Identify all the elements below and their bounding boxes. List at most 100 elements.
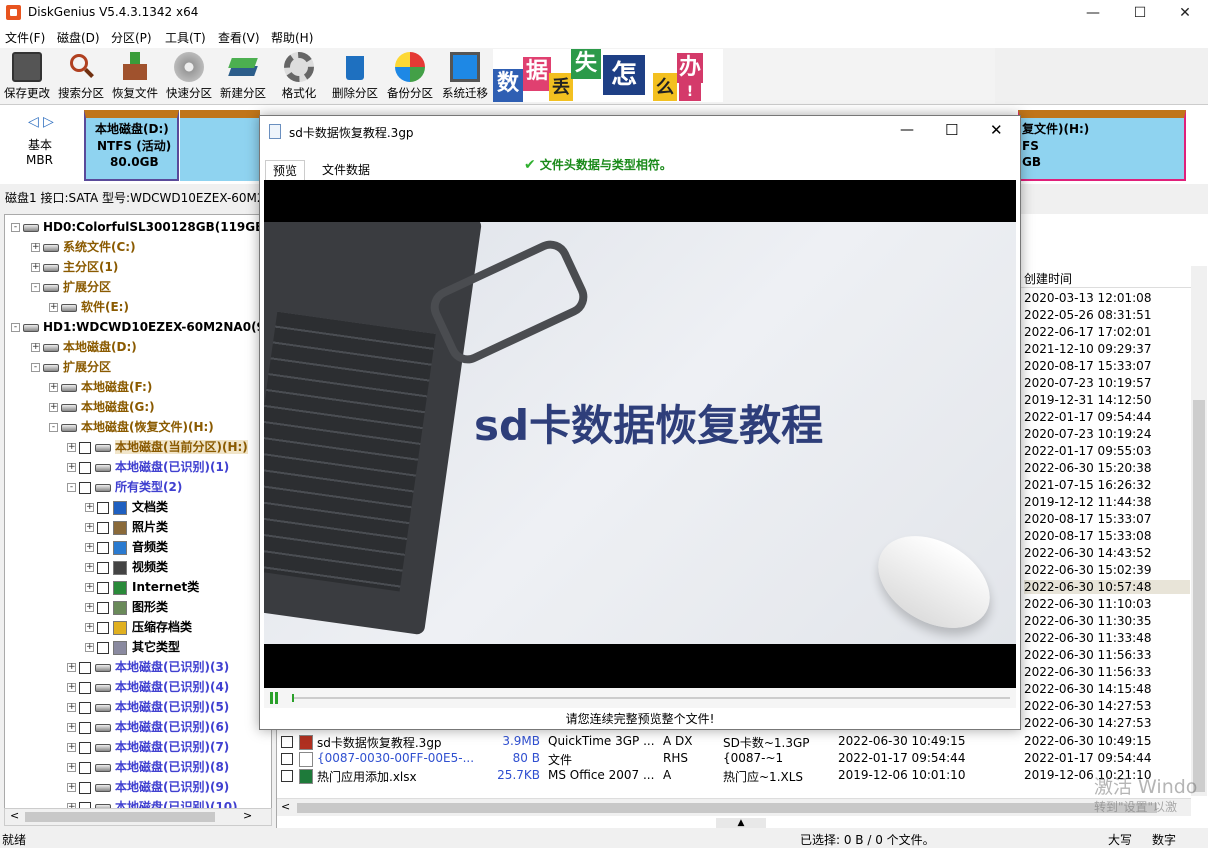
expand-icon[interactable]: +: [31, 343, 40, 352]
backup-partition-button[interactable]: 备份分区: [383, 50, 437, 102]
partition-h-block[interactable]: 复文件)(H:) FS GB: [1018, 110, 1186, 181]
created-time-cell[interactable]: 2021-07-15 16:26:32: [1024, 478, 1151, 492]
menu-disk[interactable]: 磁盘(D): [57, 29, 100, 46]
tree-node[interactable]: + 本地磁盘(已识别)(5): [67, 697, 229, 717]
collapse-icon[interactable]: -: [31, 283, 40, 292]
tree-checkbox[interactable]: [79, 461, 91, 474]
delete-partition-button[interactable]: 删除分区: [328, 50, 382, 102]
tree-node[interactable]: + 视频类: [85, 557, 168, 577]
created-time-cell[interactable]: 2022-05-26 08:31:51: [1024, 308, 1151, 322]
dialog-minimize-button[interactable]: —: [900, 122, 914, 138]
tree-node[interactable]: + 本地磁盘(已识别)(3): [67, 657, 229, 677]
tree-node[interactable]: + 本地磁盘(当前分区)(H:): [67, 437, 248, 457]
pause-icon[interactable]: [270, 692, 273, 704]
list-horizontal-scrollbar[interactable]: <: [277, 798, 1191, 816]
save-changes-button[interactable]: 保存更改: [0, 50, 54, 102]
dialog-close-button[interactable]: ✕: [990, 121, 1003, 139]
collapse-icon[interactable]: -: [49, 423, 58, 432]
promo-banner[interactable]: 数 据 丢 失 怎 么 办 !: [493, 49, 723, 102]
expand-icon[interactable]: +: [67, 663, 76, 672]
tree-node[interactable]: - HD0:ColorfulSL300128GB(119GB): [11, 217, 270, 237]
scroll-thumb[interactable]: [25, 812, 215, 822]
created-time-cell[interactable]: 2022-06-30 14:27:53: [1024, 699, 1151, 713]
created-time-cell[interactable]: 2022-06-30 14:15:48: [1024, 682, 1151, 696]
menu-tools[interactable]: 工具(T): [165, 29, 206, 46]
created-time-cell[interactable]: 2022-06-30 11:56:33: [1024, 648, 1151, 662]
tree-checkbox[interactable]: [79, 701, 91, 714]
expand-icon[interactable]: +: [67, 443, 76, 452]
tree-node[interactable]: + 本地磁盘(已识别)(6): [67, 717, 229, 737]
collapse-icon[interactable]: -: [11, 323, 20, 332]
tree-node[interactable]: - 本地磁盘(恢复文件)(H:): [49, 417, 214, 437]
tree-node[interactable]: + 系统文件(C:): [31, 237, 136, 257]
tree-node[interactable]: - 所有类型(2): [67, 477, 182, 497]
created-time-cell[interactable]: 2022-06-30 10:57:48: [1024, 580, 1190, 594]
expand-icon[interactable]: +: [85, 623, 94, 632]
list-hscroll-thumb[interactable]: [297, 803, 1157, 813]
expand-icon[interactable]: +: [49, 303, 58, 312]
created-time-cell[interactable]: 2020-07-23 10:19:57: [1024, 376, 1151, 390]
file-row[interactable]: {0087-0030-00FF-00E5-... 80 B 文件 RHS {0087-~…: [278, 751, 1190, 768]
tree-checkbox[interactable]: [97, 561, 109, 574]
tree-checkbox[interactable]: [79, 741, 91, 754]
created-time-cell[interactable]: 2022-06-30 14:27:53: [1024, 716, 1151, 730]
tree-node[interactable]: + 软件(E:): [49, 297, 129, 317]
created-time-cell[interactable]: 2022-01-17 09:55:03: [1024, 444, 1151, 458]
expand-icon[interactable]: +: [67, 683, 76, 692]
row-checkbox[interactable]: [281, 770, 293, 782]
menu-file[interactable]: 文件(F): [5, 29, 45, 46]
tree-node[interactable]: + 本地磁盘(D:): [31, 337, 137, 357]
collapse-icon[interactable]: -: [31, 363, 40, 372]
created-time-cell[interactable]: 2022-06-30 15:02:39: [1024, 563, 1151, 577]
recover-files-button[interactable]: 恢复文件: [108, 50, 162, 102]
expand-icon[interactable]: +: [85, 643, 94, 652]
tree-node[interactable]: + 本地磁盘(已识别)(1): [67, 457, 229, 477]
tree-node[interactable]: - 扩展分区: [31, 277, 111, 297]
list-vertical-scrollbar[interactable]: [1191, 266, 1207, 796]
expand-icon[interactable]: +: [67, 463, 76, 472]
menu-help[interactable]: 帮助(H): [271, 29, 313, 46]
tab-file-data[interactable]: 文件数据: [315, 160, 377, 180]
tree-node[interactable]: + 本地磁盘(已识别)(9): [67, 777, 229, 797]
created-time-cell[interactable]: 2022-06-30 11:30:35: [1024, 614, 1151, 628]
row-checkbox[interactable]: [281, 753, 293, 765]
created-time-cell[interactable]: 2019-12-31 14:12:50: [1024, 393, 1151, 407]
expand-icon[interactable]: +: [85, 523, 94, 532]
created-time-cell[interactable]: 2020-07-23 10:19:24: [1024, 427, 1151, 441]
tree-checkbox[interactable]: [79, 761, 91, 774]
collapse-arrow-icon[interactable]: ▲: [716, 818, 766, 828]
expand-icon[interactable]: +: [67, 783, 76, 792]
scroll-left-icon[interactable]: <: [281, 800, 290, 813]
expand-icon[interactable]: +: [31, 243, 40, 252]
tree-node[interactable]: + 本地磁盘(已识别)(7): [67, 737, 229, 757]
tree-checkbox[interactable]: [97, 541, 109, 554]
file-row[interactable]: 热门应用添加.xlsx 25.7KB MS Office 2007 ... A 热门应~…: [278, 768, 1190, 785]
expand-icon[interactable]: +: [67, 763, 76, 772]
column-created-time[interactable]: 创建时间: [1024, 270, 1072, 287]
tree-node[interactable]: + 本地磁盘(已识别)(8): [67, 757, 229, 777]
tree-checkbox[interactable]: [79, 721, 91, 734]
tree-checkbox[interactable]: [97, 621, 109, 634]
scroll-right-icon[interactable]: >: [243, 809, 252, 822]
collapse-icon[interactable]: -: [67, 483, 76, 492]
tree-node[interactable]: - HD1:WDCWD10EZEX-60M2NA0(93: [11, 317, 271, 337]
tree-node[interactable]: + 本地磁盘(F:): [49, 377, 152, 397]
created-time-cell[interactable]: 2019-12-12 11:44:38: [1024, 495, 1151, 509]
tree-checkbox[interactable]: [97, 501, 109, 514]
created-time-cell[interactable]: 2022-06-30 11:56:33: [1024, 665, 1151, 679]
expand-icon[interactable]: +: [31, 263, 40, 272]
created-time-cell[interactable]: 2021-12-10 09:29:37: [1024, 342, 1151, 356]
menu-view[interactable]: 查看(V): [218, 29, 260, 46]
expand-icon[interactable]: +: [67, 723, 76, 732]
tree-node[interactable]: + 照片类: [85, 517, 168, 537]
tree-checkbox[interactable]: [79, 441, 91, 454]
created-time-cell[interactable]: 2022-06-17 17:02:01: [1024, 325, 1151, 339]
tree-node[interactable]: + 本地磁盘(已识别)(4): [67, 677, 229, 697]
created-time-cell[interactable]: 2022-06-30 11:33:48: [1024, 631, 1151, 645]
tree-checkbox[interactable]: [97, 521, 109, 534]
expand-icon[interactable]: +: [85, 543, 94, 552]
tree-node[interactable]: + 本地磁盘(G:): [49, 397, 155, 417]
quick-partition-button[interactable]: 快速分区: [162, 50, 216, 102]
expand-icon[interactable]: +: [85, 583, 94, 592]
row-checkbox[interactable]: [281, 736, 293, 748]
